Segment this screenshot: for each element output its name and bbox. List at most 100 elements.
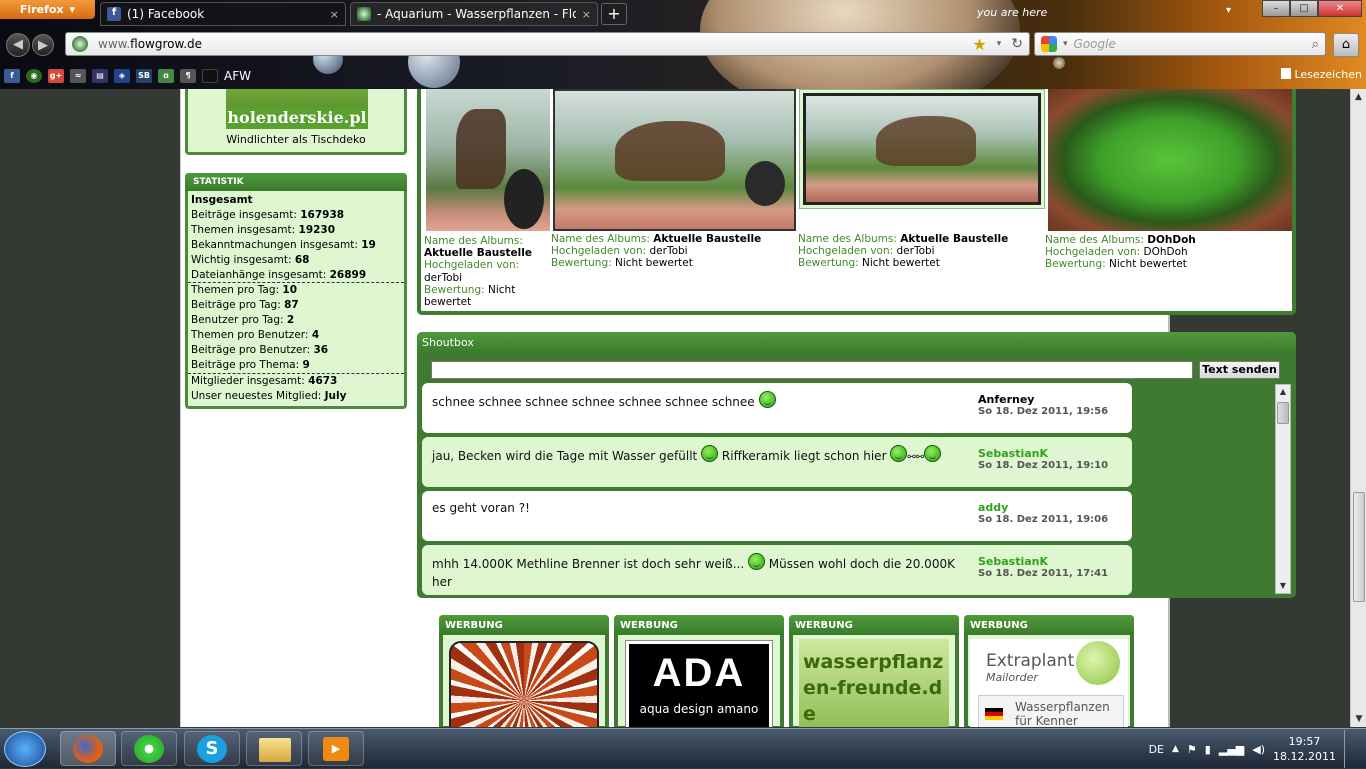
reload-icon[interactable]: ↻ — [1011, 36, 1023, 52]
url-dropdown-icon[interactable]: ▾ — [997, 39, 1002, 49]
gallery-thumb-2[interactable] — [553, 89, 796, 231]
show-desktop-button[interactable] — [1344, 730, 1356, 768]
site-identity-icon[interactable] — [72, 36, 88, 52]
taskbar-skype[interactable]: S — [184, 731, 240, 766]
extraplant-tagline: Wasserpflanzen für Kenner — [1015, 700, 1110, 727]
gallery-thumb-1[interactable] — [426, 89, 550, 231]
bookmark-afw[interactable]: AFW — [224, 69, 251, 83]
holenderskie-caption[interactable]: Windlichter als Tischdeko — [188, 133, 404, 146]
album-name-link[interactable]: Aktuelle Baustelle — [900, 233, 1008, 245]
shout-author-link[interactable]: addy — [978, 501, 1008, 514]
holenderskie-banner[interactable]: holenderskie.pl — [226, 89, 368, 129]
scroll-down-icon[interactable]: ▼ — [1276, 579, 1290, 593]
flowgrow-icon[interactable]: ◉ — [26, 69, 42, 83]
statistics-label: Bekanntmachungen insgesamt: — [191, 238, 358, 251]
statistics-row: Beiträge pro Thema: 9 — [188, 358, 404, 374]
scroll-thumb[interactable] — [1277, 402, 1289, 424]
search-icon[interactable]: ⌕ — [1312, 37, 1319, 52]
flag-icon[interactable]: ⚑ — [1187, 743, 1197, 756]
bookmark-icon-9[interactable]: ¶ — [180, 69, 196, 83]
forward-button[interactable]: ▶ — [32, 34, 54, 56]
close-tab-icon[interactable]: × — [330, 8, 339, 21]
ada-logo[interactable]: ADA aqua design amano — [625, 640, 773, 727]
gallery-thumb-4[interactable] — [1048, 89, 1292, 231]
album-label: Name des Albums: — [424, 235, 523, 247]
shoutbox-scrollbar[interactable]: ▲ ▼ — [1275, 384, 1291, 594]
album-name-link[interactable]: DOhDoh — [1147, 234, 1196, 246]
ad-box-3[interactable]: WERBUNG wasserpflanzen-freunde.de — [789, 615, 959, 727]
bookmark-icon-5[interactable]: ▤ — [92, 69, 108, 83]
start-button[interactable] — [4, 731, 46, 767]
gallery-thumb-3[interactable] — [799, 89, 1045, 209]
tab-facebook[interactable]: f (1) Facebook × — [100, 2, 346, 26]
extraplant-ad[interactable]: Extraplant Mailorder Wasserpflanzen für … — [970, 639, 1128, 727]
album-name-link[interactable]: Aktuelle Baustelle — [424, 247, 532, 259]
shout-author-link[interactable]: Anferney — [978, 393, 1034, 406]
ad-plant-image[interactable] — [449, 641, 599, 727]
gallery-item-meta: Name des Albums: Aktuelle Baustelle Hochg… — [424, 235, 548, 308]
minimize-button[interactable]: – — [1262, 0, 1290, 17]
page-scrollbar[interactable]: ▲ ▼ — [1350, 89, 1366, 727]
shoutbox-message-input[interactable] — [431, 361, 1193, 379]
statistics-value: 19 — [361, 238, 376, 251]
volume-icon[interactable]: ◀) — [1252, 743, 1265, 756]
bookmark-star-icon[interactable]: ★ — [972, 35, 986, 54]
shout-message: schnee schnee schnee schnee schnee schne… — [422, 383, 1132, 433]
scroll-down-icon[interactable]: ▼ — [1351, 711, 1366, 727]
device-icon[interactable]: ▮ — [1205, 743, 1211, 756]
back-button[interactable]: ◀ — [6, 33, 30, 57]
tab-flowgrow[interactable]: - Aquarium - Wasserpflanzen - Flowg... × — [350, 2, 598, 26]
holenderskie-ad[interactable]: holenderskie.pl Windlichter als Tischdek… — [185, 89, 407, 155]
scroll-up-icon[interactable]: ▲ — [1351, 89, 1366, 105]
wasserpflanzen-freunde-logo[interactable]: wasserpflanzen-freunde.de — [799, 639, 949, 727]
tab-list-icon[interactable]: ▾ — [1226, 5, 1231, 16]
firefox-menu-button[interactable]: Firefox ▾ — [0, 0, 95, 19]
show-hidden-icons[interactable]: ▲ — [1172, 744, 1179, 754]
shout-author-link[interactable]: SebastianK — [978, 447, 1048, 460]
googleplus-icon[interactable]: g+ — [48, 69, 64, 83]
statistics-title: STATISTIK — [185, 173, 407, 191]
scroll-thumb[interactable] — [1353, 492, 1365, 602]
ad-box-2[interactable]: WERBUNG ADA aqua design amano — [614, 615, 784, 727]
close-window-button[interactable]: ✕ — [1318, 0, 1362, 17]
shout-text-part: Riffkeramik liegt schon hier — [721, 449, 887, 463]
search-placeholder: Google — [1073, 37, 1116, 51]
home-button[interactable]: ⌂ — [1333, 33, 1359, 57]
bookmarks-menu-button[interactable]: Lesezeichen — [1281, 68, 1362, 81]
ad-box-1[interactable]: WERBUNG — [439, 615, 609, 727]
album-label: Name des Albums: — [798, 233, 897, 245]
shout-author-link[interactable]: SebastianK — [978, 555, 1048, 568]
bookmark-icon-4[interactable]: ≈ — [70, 69, 86, 83]
taskbar-icq[interactable] — [121, 731, 177, 766]
rating-value: Nicht bewertet — [615, 257, 693, 270]
bookmark-icon-7[interactable]: SB — [136, 69, 152, 83]
you-are-here-label: you are here — [977, 6, 1048, 19]
shout-message: mhh 14.000K Methline Brenner ist doch se… — [422, 545, 1132, 595]
facebook-icon[interactable]: f — [4, 69, 20, 83]
shout-text-part: mhh 14.000K Methline Brenner ist doch se… — [432, 557, 745, 571]
close-tab-icon[interactable]: × — [582, 8, 591, 21]
url-bar[interactable]: www.flowgrow.de ★ ▾ ↻ — [65, 32, 1030, 56]
google-icon[interactable] — [1041, 36, 1057, 52]
rating-label: Bewertung: — [798, 257, 859, 270]
maximize-button[interactable]: □ — [1290, 0, 1318, 17]
send-message-button[interactable]: Text senden — [1199, 361, 1280, 379]
album-name-link[interactable]: Aktuelle Baustelle — [653, 233, 761, 245]
bookmark-icon-8[interactable]: ɑ — [158, 69, 174, 83]
shout-message: jau, Becken wird die Tage mit Wasser gef… — [422, 437, 1132, 487]
search-bar[interactable]: ▾ Google ⌕ — [1034, 32, 1326, 56]
extraplant-subtitle: Mailorder — [986, 671, 1038, 684]
shout-timestamp: So 18. Dez 2011, 19:10 — [978, 460, 1109, 471]
clock[interactable]: 19:57 18.12.2011 — [1273, 734, 1336, 764]
language-indicator[interactable]: DE — [1149, 743, 1164, 756]
bookmark-icon-6[interactable]: ◈ — [114, 69, 130, 83]
taskbar-explorer[interactable] — [246, 731, 302, 766]
scroll-up-icon[interactable]: ▲ — [1276, 385, 1290, 399]
taskbar-media-player[interactable]: ▶ — [308, 731, 364, 766]
ad-box-4[interactable]: WERBUNG Extraplant Mailorder Wasserpflan… — [964, 615, 1134, 727]
network-icon[interactable]: ▂▄▆ — [1219, 743, 1244, 756]
taskbar-firefox[interactable] — [60, 731, 116, 766]
new-tab-button[interactable]: + — [601, 3, 627, 25]
search-engine-dropdown-icon[interactable]: ▾ — [1063, 39, 1068, 49]
bookmark-icon-10[interactable] — [202, 69, 218, 83]
